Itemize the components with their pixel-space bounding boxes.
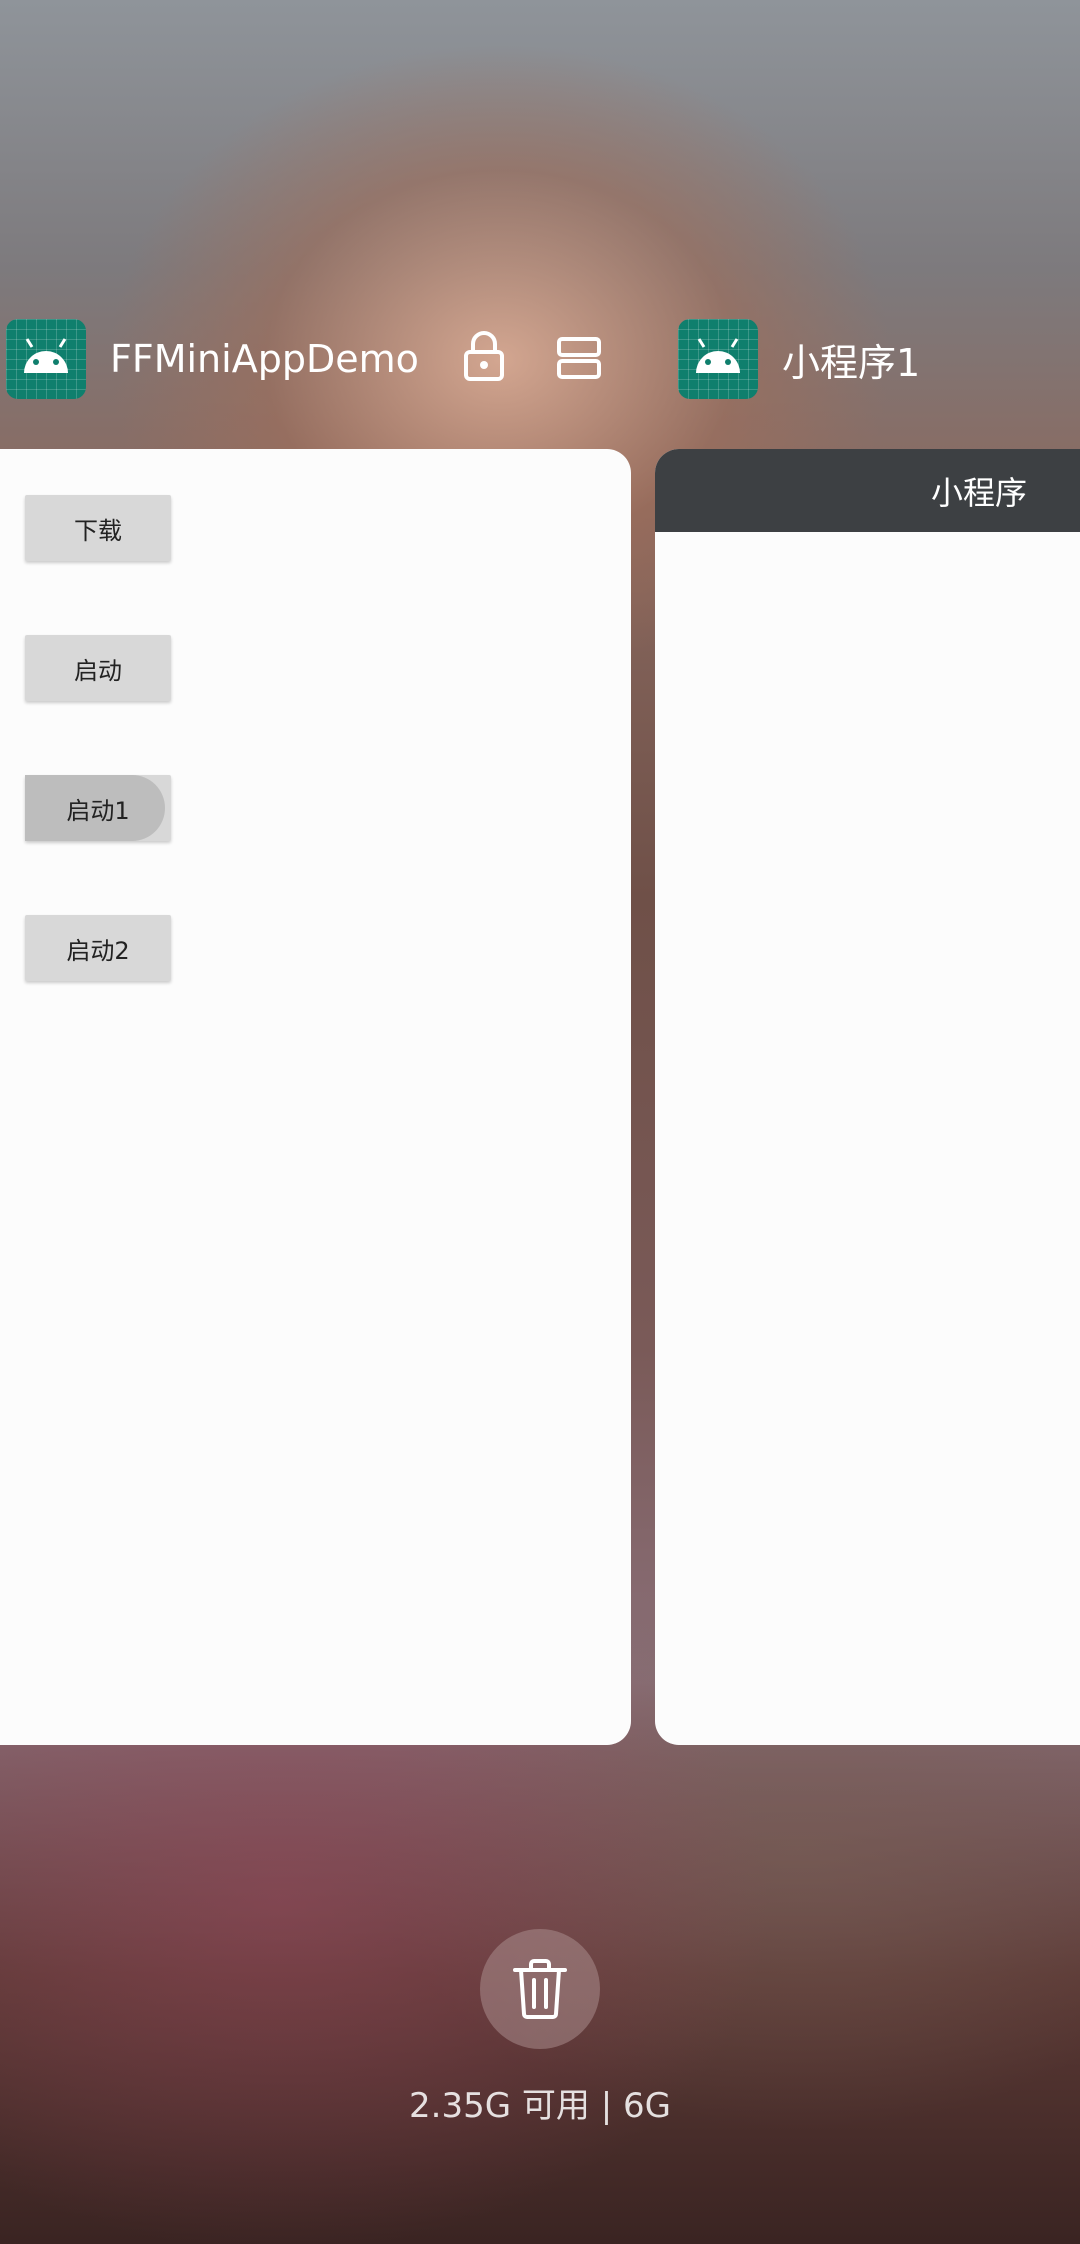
launch-button[interactable]: 启动 xyxy=(25,635,171,701)
app-name: FFMiniAppDemo xyxy=(110,337,419,381)
card-title: 小程序 xyxy=(931,473,1028,512)
launch1-button[interactable]: 启动1 xyxy=(25,775,171,841)
lock-icon[interactable] xyxy=(462,330,506,386)
card-titlebar: 小程序 xyxy=(655,449,1080,532)
trash-icon xyxy=(513,1959,567,2019)
app-name: 小程序1 xyxy=(782,340,921,385)
android-icon xyxy=(6,319,86,399)
app-header-ffminiappdemo[interactable]: FFMiniAppDemo xyxy=(6,318,419,400)
download-button[interactable]: 下载 xyxy=(25,495,171,561)
memory-status: 2.35G 可用 | 6G xyxy=(409,2086,671,2126)
android-icon xyxy=(678,319,758,399)
launch2-button[interactable]: 启动2 xyxy=(25,915,171,981)
split-screen-icon[interactable] xyxy=(556,336,602,384)
app-card-miniprogram[interactable]: 小程序 xyxy=(655,449,1080,1745)
clear-all-button[interactable] xyxy=(480,1929,600,2049)
app-card-ffminiappdemo[interactable]: 下载 启动 启动1 启动2 xyxy=(0,449,631,1745)
app-header-miniprogram[interactable]: 小程序1 xyxy=(678,318,920,400)
